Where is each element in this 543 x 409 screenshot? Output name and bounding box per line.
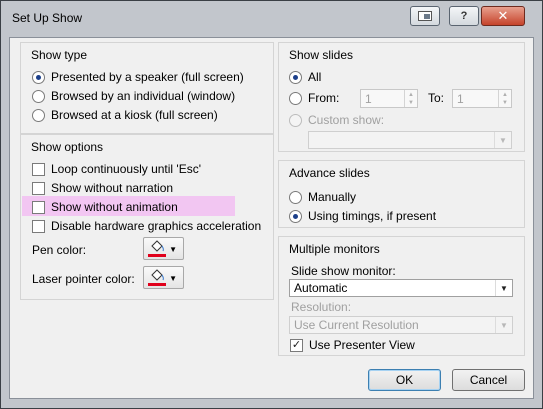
- laser-color-swatch: [148, 283, 166, 286]
- checkbox[interactable]: [32, 200, 45, 214]
- close-button[interactable]: ✕: [481, 6, 525, 26]
- checkbox-label: Loop continuously until 'Esc': [51, 162, 202, 176]
- radio-indicator[interactable]: [289, 209, 302, 223]
- checkbox-label: Show without narration: [51, 181, 174, 195]
- to-slide-spinner[interactable]: 1 ▲ ▼: [452, 89, 512, 108]
- laser-color-button[interactable]: ▼: [143, 266, 184, 289]
- radio-label: Manually: [308, 190, 357, 204]
- multiple-monitors-title: Multiple monitors: [289, 242, 380, 256]
- radio-all-slides[interactable]: All: [289, 70, 321, 84]
- checkbox-label: Use Presenter View: [309, 338, 415, 352]
- radio-label: From:: [308, 91, 340, 105]
- radio-presented-by-speaker[interactable]: Presented by a speaker (full screen): [32, 70, 244, 84]
- chevron-down-icon: ▼: [169, 245, 177, 254]
- show-options-title: Show options: [31, 140, 104, 154]
- check-show-without-narration[interactable]: Show without narration: [32, 181, 173, 195]
- custom-show-select[interactable]: ▼: [308, 131, 512, 149]
- slide-show-monitor-label: Slide show monitor:: [291, 264, 396, 278]
- check-disable-hardware-acceleration[interactable]: Disable hardware graphics acceleration: [32, 219, 261, 233]
- radio-custom-show[interactable]: Custom show:: [289, 113, 384, 127]
- radio-indicator[interactable]: [289, 190, 302, 204]
- title-bar[interactable]: Set Up Show ? ✕: [1, 1, 542, 37]
- radio-label: Browsed by an individual (window): [51, 89, 236, 103]
- checkbox[interactable]: [32, 181, 45, 195]
- chevron-down-icon: ▼: [495, 280, 512, 296]
- radio-indicator[interactable]: [32, 89, 45, 103]
- pen-color-button[interactable]: ▼: [143, 237, 184, 260]
- radio-label: Presented by a speaker (full screen): [51, 70, 244, 84]
- chevron-down-icon: ▼: [169, 274, 177, 283]
- checkbox-label: Show without animation: [51, 200, 178, 214]
- from-value: 1: [365, 91, 372, 106]
- help-button[interactable]: ?: [449, 6, 479, 26]
- radio-using-timings[interactable]: Using timings, if present: [289, 209, 436, 223]
- radio-label: All: [308, 70, 322, 84]
- advance-slides-title: Advance slides: [289, 166, 370, 180]
- paint-bucket-icon: [151, 240, 164, 252]
- from-slide-spinner[interactable]: 1 ▲ ▼: [360, 89, 418, 108]
- paint-bucket-icon: [151, 269, 164, 281]
- checkbox[interactable]: [32, 219, 45, 233]
- checkbox-checked[interactable]: ✓: [290, 338, 303, 352]
- spinner-arrows[interactable]: ▲ ▼: [498, 90, 511, 107]
- radio-manually[interactable]: Manually: [289, 190, 356, 204]
- show-slides-title: Show slides: [289, 48, 354, 62]
- show-type-title: Show type: [31, 48, 88, 62]
- chevron-down-icon: ▼: [495, 317, 512, 333]
- to-label: To:: [428, 91, 445, 105]
- check-show-without-animation[interactable]: Show without animation: [32, 200, 178, 214]
- dialog-title: Set Up Show: [12, 11, 83, 25]
- slide-show-monitor-select[interactable]: Automatic ▼: [289, 279, 513, 297]
- to-value: 1: [457, 91, 464, 106]
- radio-indicator[interactable]: [32, 70, 45, 84]
- set-up-show-dialog: Set Up Show ? ✕ Show type Presented by a…: [0, 0, 543, 409]
- checkbox-label: Disable hardware graphics acceleration: [51, 219, 262, 233]
- radio-browsed-by-individual[interactable]: Browsed by an individual (window): [32, 89, 235, 103]
- spinner-arrows[interactable]: ▲ ▼: [404, 90, 417, 107]
- radio-label: Custom show:: [308, 113, 385, 127]
- resolution-select[interactable]: Use Current Resolution ▼: [289, 316, 513, 334]
- radio-indicator[interactable]: [289, 70, 302, 84]
- radio-browsed-at-kiosk[interactable]: Browsed at a kiosk (full screen): [32, 108, 218, 122]
- resolution-value: Use Current Resolution: [294, 318, 419, 332]
- checkbox[interactable]: [32, 162, 45, 176]
- resolution-label: Resolution:: [291, 300, 352, 314]
- radio-indicator[interactable]: [289, 91, 302, 105]
- dialog-body: Show type Presented by a speaker (full s…: [9, 37, 534, 399]
- radio-label: Browsed at a kiosk (full screen): [51, 108, 218, 122]
- pen-color-label: Pen color:: [32, 243, 87, 257]
- radio-indicator[interactable]: [32, 108, 45, 122]
- ok-button[interactable]: OK: [368, 369, 441, 391]
- monitor-value: Automatic: [294, 281, 348, 295]
- radio-label: Using timings, if present: [308, 209, 437, 223]
- radio-indicator[interactable]: [289, 113, 302, 127]
- window-icon-button[interactable]: [410, 6, 440, 26]
- check-loop-continuously[interactable]: Loop continuously until 'Esc': [32, 162, 201, 176]
- cancel-button[interactable]: Cancel: [452, 369, 525, 391]
- check-use-presenter-view[interactable]: ✓ Use Presenter View: [290, 338, 415, 352]
- pen-color-swatch: [148, 254, 166, 257]
- radio-from-slide[interactable]: From:: [289, 91, 339, 105]
- window-icon: [418, 11, 432, 21]
- chevron-down-icon: ▼: [494, 132, 511, 148]
- laser-color-label: Laser pointer color:: [32, 272, 135, 286]
